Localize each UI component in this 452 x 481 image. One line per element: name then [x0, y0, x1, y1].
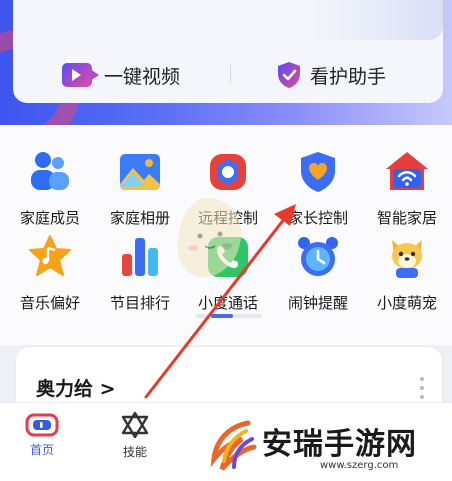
- alarm-clock-icon: [298, 237, 338, 276]
- phone-call-icon: [208, 237, 248, 277]
- page-indicator: [196, 314, 262, 318]
- watermark-logo: [210, 420, 257, 471]
- feature-label: 远程控制: [197, 209, 258, 227]
- nav-home[interactable]: 首页: [12, 413, 72, 458]
- feature-family-members[interactable]: 家庭成员: [5, 149, 95, 228]
- video-call-icon: [62, 63, 99, 87]
- skills-icon: [121, 411, 149, 439]
- care-assistant-label: 看护助手: [310, 65, 387, 88]
- feature-remote-control[interactable]: 远程控制: [183, 149, 273, 228]
- feature-label: 小度通话: [197, 294, 258, 312]
- ranking-bars-icon: [122, 238, 158, 276]
- feature-label: 家长控制: [287, 209, 348, 227]
- feature-xiaodu-pet[interactable]: 小度萌宠: [362, 234, 452, 313]
- nav-home-label: 首页: [29, 443, 54, 457]
- feature-smart-home[interactable]: 智能家居: [362, 149, 452, 228]
- feature-label: 家庭相册: [109, 209, 170, 227]
- one-click-video-button[interactable]: 一键视频: [62, 60, 180, 90]
- feature-label: 闹钟提醒: [287, 294, 348, 312]
- care-assistant-button[interactable]: 看护助手: [276, 60, 386, 90]
- music-star-icon: [29, 235, 71, 276]
- pet-dog-icon: [392, 240, 422, 278]
- home-icon: [25, 413, 59, 437]
- photo-album-icon: [120, 154, 160, 190]
- family-members-icon: [31, 152, 69, 190]
- divider: [230, 65, 231, 83]
- watermark: 安瑞手游网 www.szerg.com: [202, 413, 448, 479]
- more-options-icon[interactable]: [420, 377, 424, 404]
- decorative-shape: [313, 0, 443, 40]
- one-click-video-label: 一键视频: [104, 65, 181, 88]
- watermark-title: 安瑞手游网: [262, 427, 417, 462]
- feature-label: 节目排行: [109, 294, 170, 312]
- watermark-url: www.szerg.com: [320, 460, 399, 471]
- feature-program-ranking[interactable]: 节目排行: [95, 234, 185, 313]
- feature-label: 小度萌宠: [376, 294, 437, 312]
- nav-skills[interactable]: 技能: [105, 411, 165, 460]
- remote-control-icon: [210, 154, 246, 190]
- shield-icon: [278, 62, 300, 88]
- parental-control-icon: [301, 152, 335, 192]
- feature-label: 音乐偏好: [19, 294, 80, 312]
- nav-skills-label: 技能: [122, 445, 147, 459]
- feature-music-preference[interactable]: 音乐偏好: [5, 234, 95, 313]
- page-indicator-thumb: [210, 314, 233, 318]
- feature-label: 智能家居: [376, 209, 437, 227]
- feature-alarm-reminder[interactable]: 闹钟提醒: [273, 234, 363, 313]
- feature-parental-control[interactable]: 家长控制: [273, 149, 363, 228]
- feature-xiaodu-call[interactable]: 小度通话: [183, 234, 273, 313]
- feature-label: 家庭成员: [19, 209, 80, 227]
- smart-home-icon: [386, 152, 428, 190]
- card-title[interactable]: 奥力给 >: [36, 374, 116, 401]
- feature-photo-album[interactable]: 家庭相册: [95, 149, 185, 228]
